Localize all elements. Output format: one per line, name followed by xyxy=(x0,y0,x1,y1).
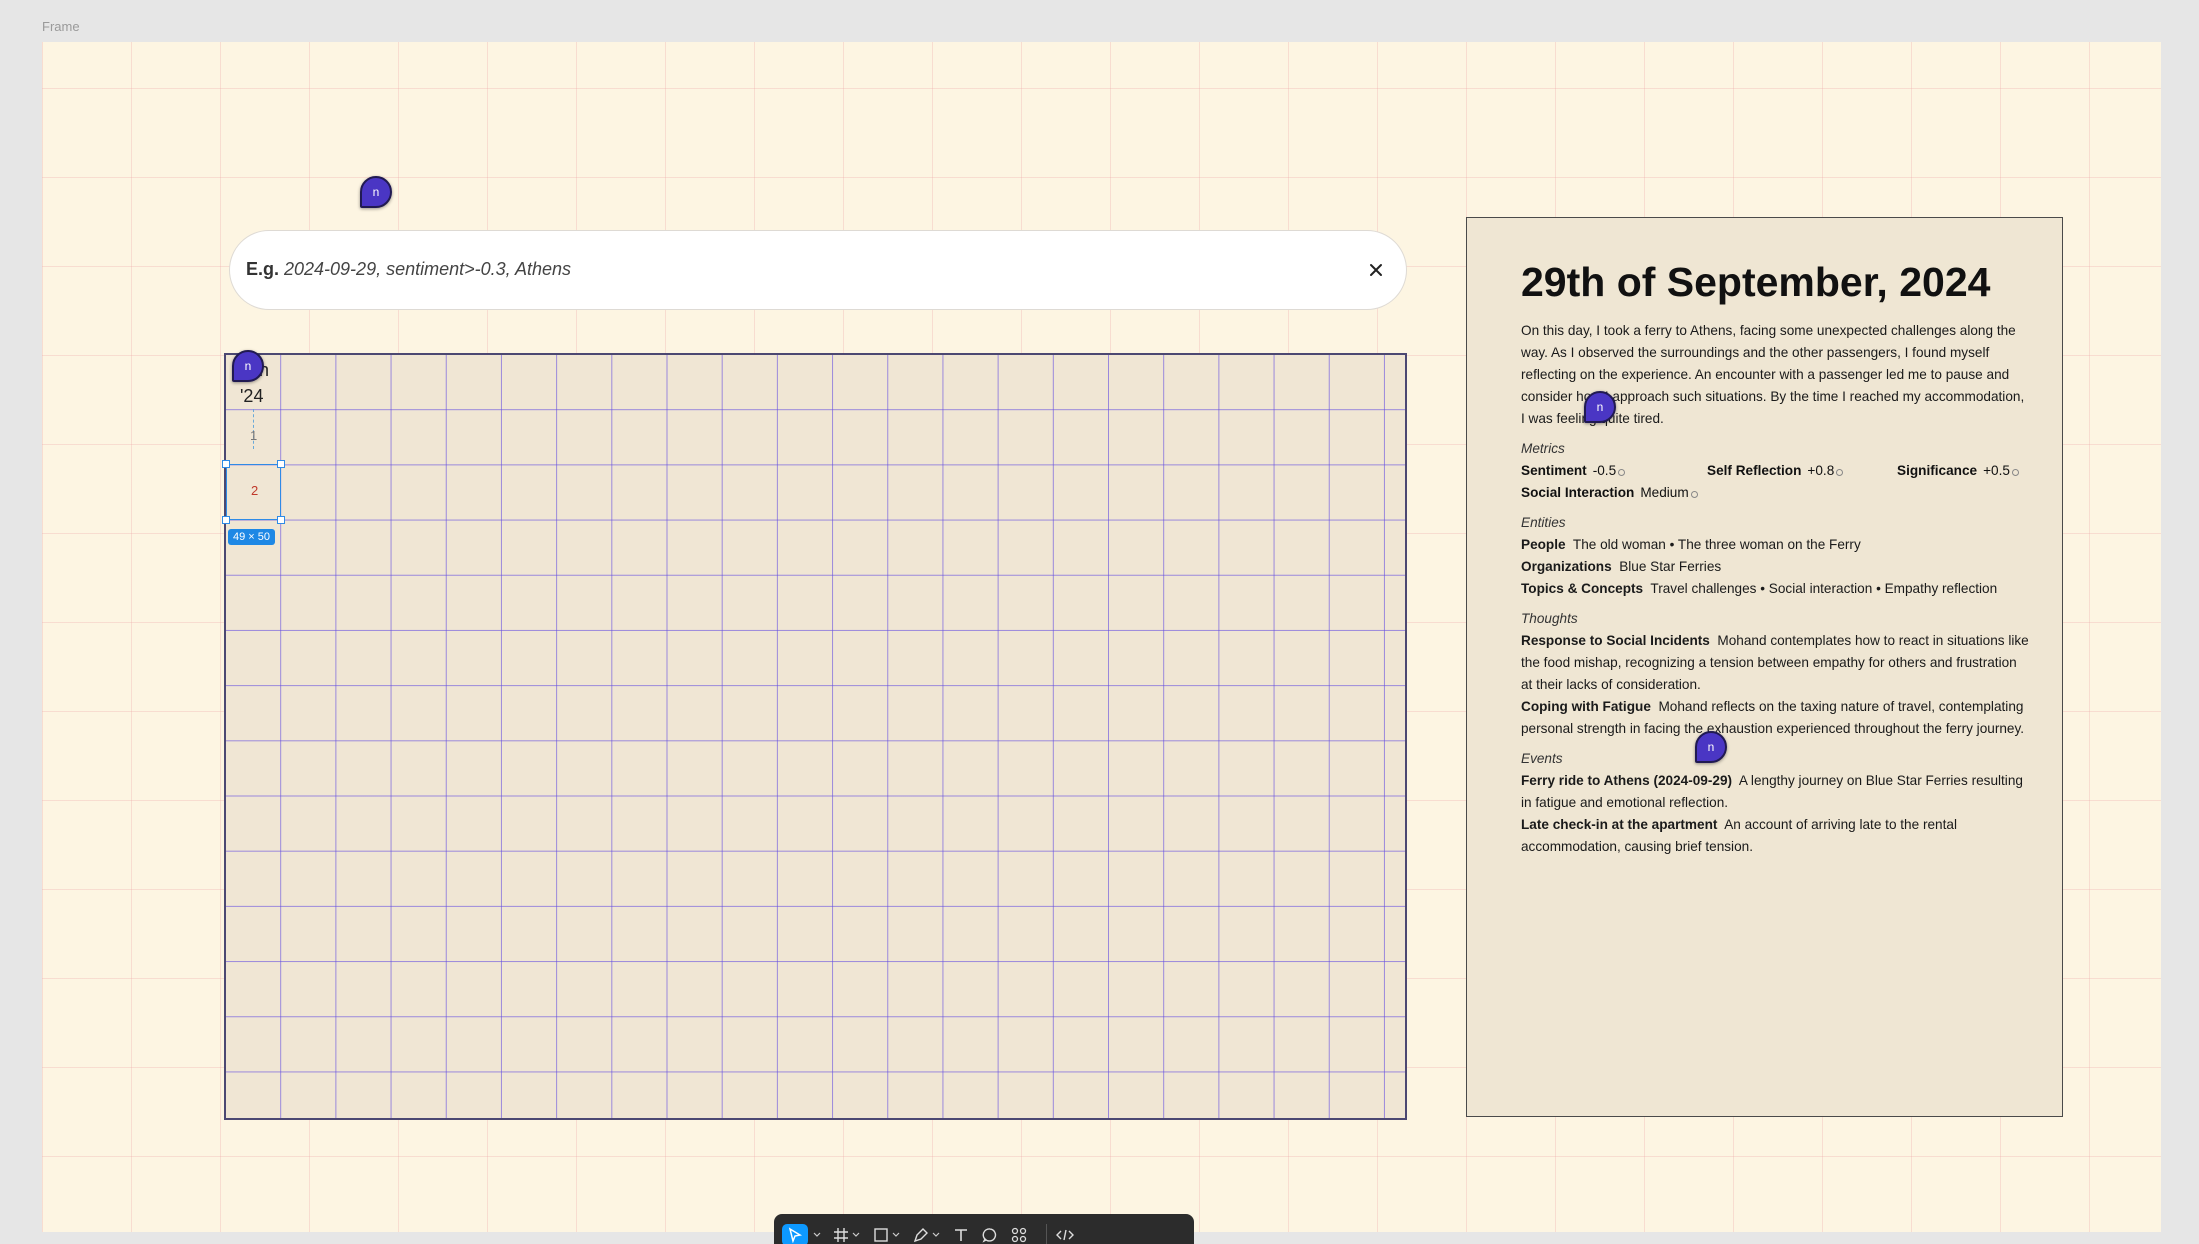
thought-item: Response to Social Incidents Mohand cont… xyxy=(1521,633,2029,692)
code-icon xyxy=(1056,1229,1074,1241)
collaborator-avatar[interactable]: n xyxy=(1695,731,1727,763)
entity-topics: Topics & Concepts Travel challenges • So… xyxy=(1521,581,1998,596)
event-item: Late check-in at the apartment An accoun… xyxy=(1521,817,1957,854)
pen-icon xyxy=(913,1228,928,1243)
close-icon xyxy=(1370,264,1382,276)
metrics-row: Sentiment -0.5 Self Reflection +0.8 Signif… xyxy=(1521,460,2031,482)
chevron-down-icon[interactable] xyxy=(813,1231,821,1239)
thoughts-heading: Thoughts xyxy=(1521,611,1578,626)
clear-search-button[interactable] xyxy=(1356,250,1396,290)
comment-tool-button[interactable] xyxy=(982,1224,998,1244)
move-tool-button[interactable] xyxy=(782,1224,808,1244)
events-heading: Events xyxy=(1521,751,1563,766)
rectangle-icon xyxy=(874,1228,888,1242)
text-tool-button[interactable] xyxy=(953,1224,969,1244)
entities-heading: Entities xyxy=(1521,515,1566,530)
selection-size-badge: 49 × 50 xyxy=(228,529,276,545)
chevron-down-icon xyxy=(892,1232,900,1237)
actions-tool-button[interactable] xyxy=(1011,1224,1029,1244)
metric-sentiment: Sentiment -0.5 xyxy=(1521,460,1707,482)
canvas-frame[interactable]: E.g. Jan '24 1 2 49 × 50 29th of Septemb… xyxy=(42,42,2161,1232)
cursor-arrow-icon xyxy=(788,1227,803,1243)
collaborator-avatar[interactable]: n xyxy=(360,176,392,208)
frame-hash-icon xyxy=(834,1228,848,1242)
search-input[interactable] xyxy=(284,249,1284,289)
entity-organizations: Organizations Blue Star Ferries xyxy=(1521,559,1722,574)
journal-title: 29th of September, 2024 xyxy=(1521,259,1991,305)
resize-handle-top-right[interactable] xyxy=(277,460,285,468)
metric-significance: Significance +0.5 xyxy=(1897,460,2019,482)
month-year: '24 xyxy=(240,386,264,406)
resize-handle-bottom-left[interactable] xyxy=(222,516,230,524)
info-icon[interactable] xyxy=(1690,491,1698,498)
metrics-heading: Metrics xyxy=(1521,441,1565,456)
thought-item: Coping with Fatigue Mohand reflects on t… xyxy=(1521,699,2025,736)
dev-mode-button[interactable] xyxy=(1055,1224,1075,1244)
day-number-2: 2 xyxy=(251,483,259,498)
collaborator-avatar[interactable]: n xyxy=(1584,391,1616,423)
journal-panel: 29th of September, 2024 On this day, I t… xyxy=(1466,217,2063,1117)
pen-tool-button[interactable] xyxy=(913,1224,940,1244)
components-icon xyxy=(1011,1227,1027,1243)
metrics-row: Social Interaction Medium xyxy=(1521,482,2031,504)
search-prefix: E.g. xyxy=(246,259,280,279)
collaborator-avatar[interactable]: n xyxy=(232,350,264,382)
resize-handle-bottom-right[interactable] xyxy=(277,516,285,524)
text-icon xyxy=(955,1229,967,1241)
event-item: Ferry ride to Athens (2024-09-29) A leng… xyxy=(1521,773,2023,810)
calendar-grid[interactable]: Jan '24 1 2 49 × 50 xyxy=(222,353,1407,1120)
day-cell-1[interactable]: 1 xyxy=(250,428,257,443)
shape-tool-button[interactable] xyxy=(873,1224,900,1244)
frame-label[interactable]: Frame xyxy=(42,19,80,34)
entity-people: People The old woman • The three woman o… xyxy=(1521,537,1861,552)
info-icon[interactable] xyxy=(2011,469,2019,476)
resize-handle-top-left[interactable] xyxy=(222,460,230,468)
chevron-down-icon xyxy=(932,1232,940,1237)
bottom-toolbar xyxy=(774,1214,1194,1244)
info-icon[interactable] xyxy=(1836,469,1844,476)
search-bar: E.g. xyxy=(229,230,1407,310)
metric-self-reflection: Self Reflection +0.8 xyxy=(1707,460,1897,482)
chevron-down-icon xyxy=(852,1232,860,1237)
metric-social-interaction: Social Interaction Medium xyxy=(1521,482,1698,504)
toolbar-divider xyxy=(1046,1224,1047,1244)
frame-tool-button[interactable] xyxy=(833,1224,860,1244)
comment-bubble-icon xyxy=(982,1228,997,1243)
info-icon[interactable] xyxy=(1618,469,1626,476)
day-cell-2[interactable]: 2 xyxy=(222,460,285,524)
